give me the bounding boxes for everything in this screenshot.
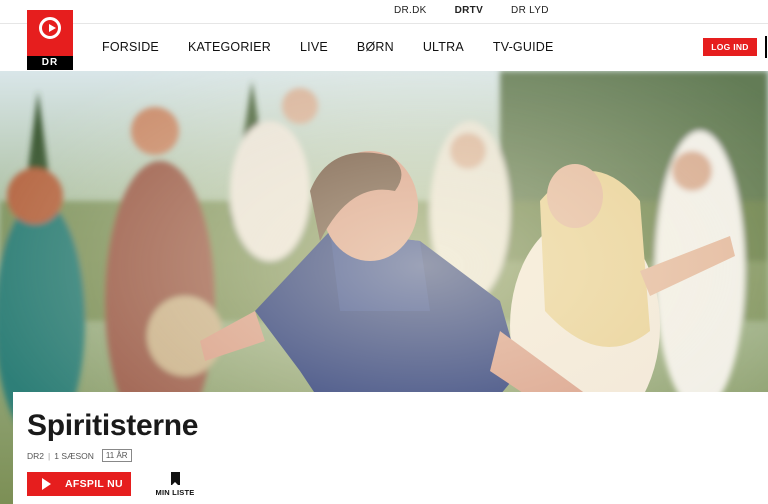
season-count: 1 SÆSON (54, 450, 94, 461)
play-logo-icon (39, 17, 61, 39)
meta-separator: | (48, 450, 51, 461)
header-edge (765, 36, 767, 58)
nav-forside[interactable]: FORSIDE (102, 40, 159, 54)
nav-live[interactable]: LIVE (300, 40, 328, 54)
show-info-panel: Spiritisterne DR2 | 1 SÆSON 11 ÅR AFSPIL… (13, 392, 768, 504)
top-link-dr-dk[interactable]: DR.DK (394, 5, 427, 16)
top-bar: DR.DK DRTV DR LYD (0, 0, 768, 24)
play-icon (42, 478, 51, 490)
play-now-label: AFSPIL NU (65, 478, 123, 490)
top-link-dr-lyd[interactable]: DR LYD (511, 5, 549, 16)
login-button[interactable]: LOG IND (703, 38, 757, 56)
show-title: Spiritisterne (27, 409, 199, 442)
nav-boern[interactable]: BØRN (357, 40, 394, 54)
dr-logo[interactable] (27, 10, 73, 56)
show-meta: DR2 | 1 SÆSON 11 ÅR (27, 449, 132, 462)
my-list-label: MIN LISTE (155, 488, 195, 497)
nav-kategorier[interactable]: KATEGORIER (188, 40, 271, 54)
nav-ultra[interactable]: ULTRA (423, 40, 464, 54)
top-link-drtv[interactable]: DRTV (455, 5, 483, 16)
top-links: DR.DK DRTV DR LYD (394, 5, 549, 16)
main-nav: FORSIDE KATEGORIER LIVE BØRN ULTRA TV-GU… (102, 40, 583, 54)
dr-logo-text: DR (27, 56, 73, 70)
nav-tv-guide[interactable]: TV-GUIDE (493, 40, 554, 54)
age-rating-badge: 11 ÅR (101, 449, 132, 462)
channel-label: DR2 (27, 450, 45, 461)
drtv-page: DR.DK DRTV DR LYD DR FORSIDE KATEGORIER … (0, 0, 768, 504)
play-now-button[interactable]: AFSPIL NU (27, 472, 131, 496)
main-header: DR FORSIDE KATEGORIER LIVE BØRN ULTRA TV… (0, 10, 768, 71)
my-list-button[interactable]: MIN LISTE (153, 472, 197, 497)
bookmark-icon (170, 472, 180, 486)
